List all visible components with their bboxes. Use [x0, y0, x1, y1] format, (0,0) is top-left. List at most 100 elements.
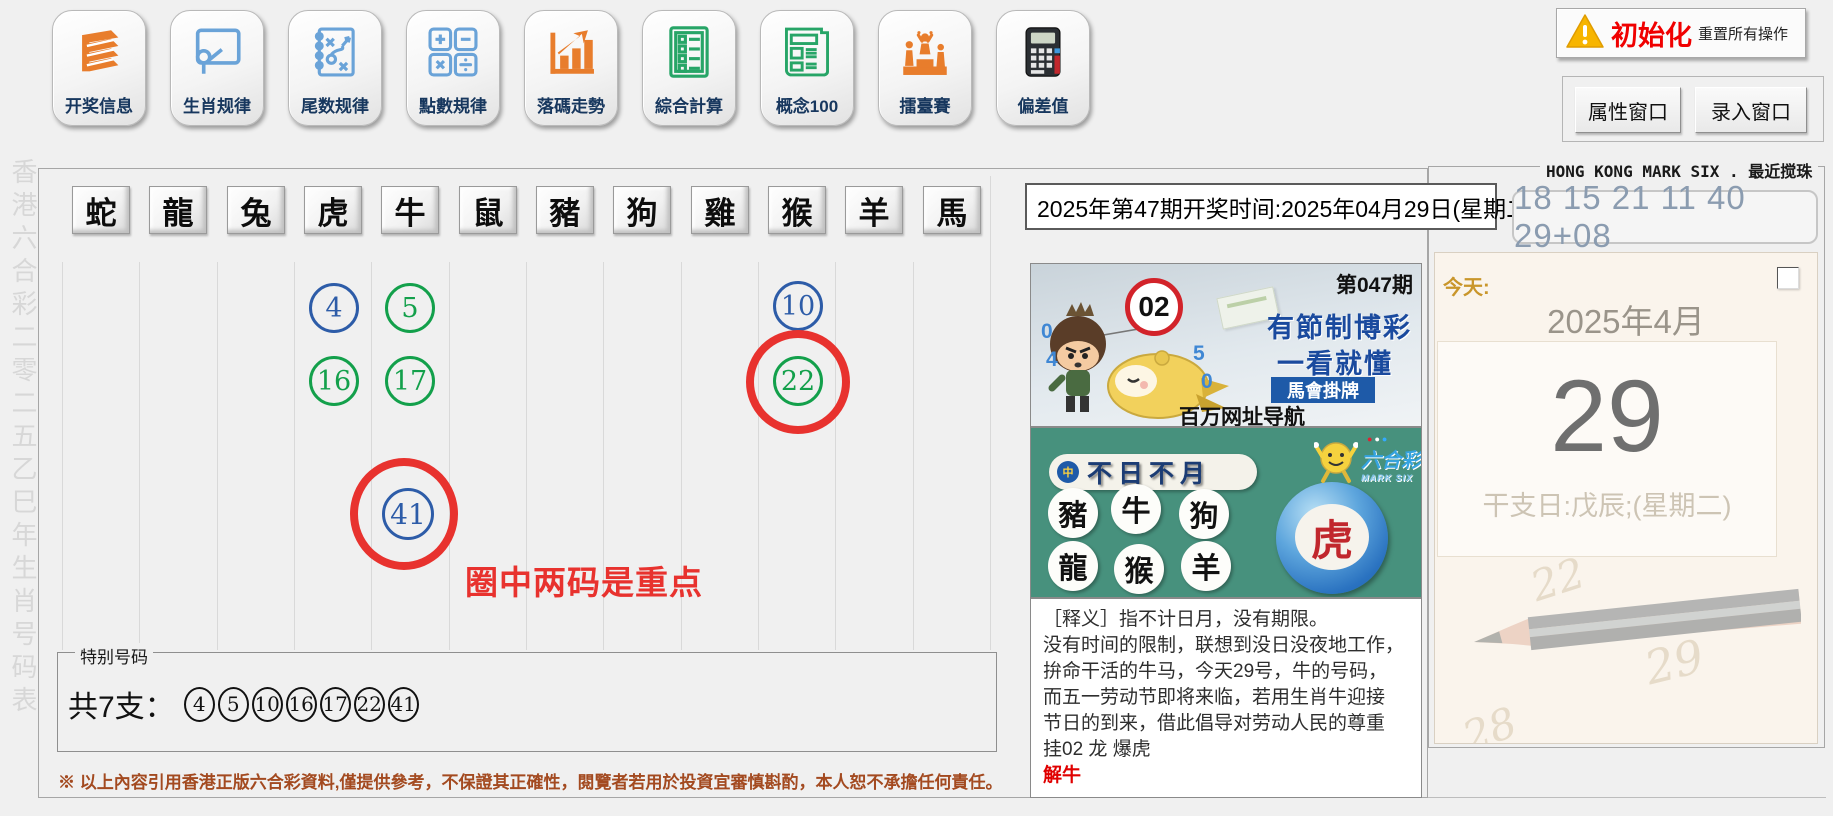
recent-draw-numbers: 18 15 21 11 40 29+08 [1512, 190, 1818, 244]
toolbar-button-draw-info[interactable]: 开奖信息 [52, 10, 146, 126]
chart-number-10[interactable]: 10 [773, 281, 823, 331]
tactics-doc-icon [306, 11, 364, 92]
entry-window-button[interactable]: 录入窗口 [1695, 87, 1807, 133]
zodiac-key-dragon[interactable]: 龍 [149, 186, 207, 234]
zodiac-key-snake[interactable]: 蛇 [72, 186, 130, 234]
toolbar-button-trend[interactable]: 落碼走勢 [524, 10, 618, 126]
hint-banner-text: 不日不月 [1087, 454, 1211, 490]
bar-chart-icon [542, 11, 600, 92]
special-count-label: 共7支： [68, 682, 175, 726]
zodiac-key-ox[interactable]: 牛 [381, 186, 439, 234]
ball-zodiac-char: 虎 [1295, 504, 1369, 570]
initialize-button[interactable]: 初始化 重置所有操作 [1556, 8, 1806, 58]
ad-banner-panel: 第047期 02 0 4 5 0 有節制博彩 一看就懂 馬會掛牌 百万网址导航 … [1030, 263, 1422, 427]
hint-zodiac-dog: 狗 [1179, 489, 1229, 539]
hint-badge-icon: 中 [1057, 461, 1079, 483]
special-numbers-title: 特别号码 [75, 643, 153, 668]
zodiac-key-monkey[interactable]: 猴 [768, 186, 826, 234]
toolbar-label: 擂臺賽 [900, 92, 951, 117]
decorative-dots: ●●● [1367, 434, 1389, 444]
toolbar-label: 概念100 [776, 92, 838, 117]
grid-line [294, 262, 295, 650]
toolbar-button-point-rules[interactable]: 點數規律 [406, 10, 500, 126]
toolbar-button-comprehensive-calc[interactable]: 綜合計算 [642, 10, 736, 126]
mark-six-logo: 六合彩 MARK SIX [1361, 444, 1421, 483]
presenter-board-icon [188, 11, 246, 92]
toolbar-button-deviation[interactable]: 偏差值 [996, 10, 1090, 126]
interpretation-line: 节日的到来，借此倡导对劳动人民的尊重 [1043, 711, 1409, 737]
chart-number-22[interactable]: 22 [773, 356, 823, 406]
zodiac-key-pig[interactable]: 豬 [536, 186, 594, 234]
toolbar-label: 尾数规律 [301, 92, 369, 117]
zodiac-key-horse[interactable]: 馬 [923, 186, 981, 234]
interpretation-line: 没有时间的限制，联想到没日没夜地工作， [1043, 633, 1409, 659]
interpretation-line: 拚命干活的牛马，今天29号，牛的号码， [1043, 659, 1409, 685]
ad-issue-label: 第047期 [1336, 269, 1413, 299]
calendar-month: 2025年4月 [1435, 295, 1817, 343]
toolbar-label: 偏差值 [1018, 92, 1069, 117]
chart-number-41[interactable]: 41 [382, 488, 434, 540]
draw-selector-dropdown[interactable]: 2025年第47期开奖时间:2025年04月29日(星期二) ▼ [1025, 183, 1497, 230]
chart-number-5[interactable]: 5 [385, 283, 435, 333]
vertical-watermark: 香港六合彩二零二五乙巳年生肖号码表 [6, 158, 40, 719]
checklist-icon [660, 11, 718, 92]
property-window-button[interactable]: 属性窗口 [1575, 87, 1681, 133]
chart-annotation: 圈中两码是重点 [465, 556, 703, 604]
interpretation-line: 挂02 龙 爆虎 [1043, 737, 1409, 763]
toolbar-button-concept-100[interactable]: 概念100 [760, 10, 854, 126]
chart-number-17[interactable]: 17 [385, 356, 435, 406]
toolbar-button-tail-rules[interactable]: 尾数规律 [288, 10, 382, 126]
calendar-panel: 22 29 28 今天: 2025年4月 29 干支日:戊辰;(星期二) [1434, 252, 1818, 744]
zodiac-key-goat[interactable]: 羊 [845, 186, 903, 234]
calendar-day-card: 29 干支日:戊辰;(星期二) [1437, 341, 1777, 557]
toolbar-label: 生肖规律 [183, 92, 251, 117]
grid-line [913, 262, 914, 650]
chart-number-4[interactable]: 4 [309, 283, 359, 333]
special-number: 17 [320, 687, 351, 722]
grid-line [371, 262, 372, 650]
ad-floating-digit: 5 [1193, 342, 1205, 366]
calendar-faint-number: 28 [1456, 697, 1523, 744]
ad-floating-digit: 0 [1041, 320, 1053, 344]
calendar-checkbox[interactable] [1777, 267, 1799, 289]
lottery-ball-image: 虎 [1276, 482, 1388, 594]
grid-line [217, 262, 218, 650]
newspaper-icon [778, 11, 836, 92]
hint-zodiac-ox: 牛 [1111, 484, 1161, 534]
zodiac-key-rooster[interactable]: 雞 [691, 186, 749, 234]
hint-zodiac-goat: 羊 [1181, 541, 1231, 591]
ad-headline-line2: 一看就懂 [1277, 342, 1393, 381]
toolbar-button-zodiac-rules[interactable]: 生肖规律 [170, 10, 264, 126]
initialize-sublabel: 重置所有操作 [1698, 23, 1788, 44]
ad-site-url: 百万网址导航 500308.com [1179, 401, 1421, 427]
ad-headline-line1: 有節制博彩 [1267, 306, 1412, 345]
zodiac-key-dog[interactable]: 狗 [613, 186, 671, 234]
grid-line [62, 262, 63, 650]
grid-line [449, 262, 450, 650]
ad-tag-label: 馬會掛牌 [1271, 377, 1375, 403]
math-operators-icon [424, 11, 482, 92]
hint-zodiac-dragon: 龍 [1048, 541, 1098, 591]
toolbar-label: 點數規律 [419, 92, 487, 117]
toolbar-label: 落碼走勢 [537, 92, 605, 117]
pencil-image [1471, 583, 1801, 663]
mascot-icon [1314, 436, 1358, 484]
ad-floating-digit: 4 [1046, 348, 1058, 372]
calendar-day-number: 29 [1550, 356, 1663, 476]
special-numbers-row: 共7支： 4 5 10 16 17 22 41 [68, 682, 419, 726]
special-number: 41 [388, 687, 419, 722]
podium-icon [896, 11, 954, 92]
zodiac-key-rabbit[interactable]: 兔 [227, 186, 285, 234]
calculator-icon [1014, 11, 1072, 92]
divider [1428, 797, 1826, 798]
hint-zodiac-pig: 豬 [1048, 488, 1098, 538]
zodiac-key-tiger[interactable]: 虎 [304, 186, 362, 234]
draw-selector-value: 2025年第47期开奖时间:2025年04月29日(星期二) [1027, 190, 1537, 224]
chart-number-16[interactable]: 16 [309, 356, 359, 406]
interpretation-line: 而五一劳动节即将来临，若用生肖牛迎接 [1043, 685, 1409, 711]
zodiac-key-rat[interactable]: 鼠 [459, 186, 517, 234]
ad-floating-digit: 0 [1201, 370, 1213, 394]
initialize-label: 初始化 [1611, 14, 1692, 53]
toolbar-button-arena[interactable]: 擂臺賽 [878, 10, 972, 126]
books-icon [70, 11, 128, 92]
